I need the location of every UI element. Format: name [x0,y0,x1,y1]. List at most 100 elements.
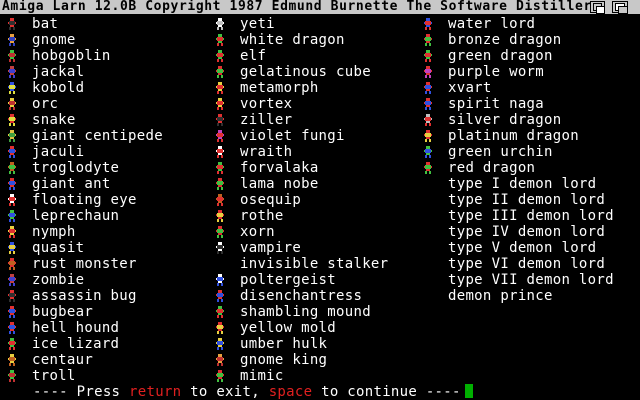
monster-name: vortex [240,96,293,112]
monster-name: leprechaun [32,208,120,224]
monster-name: umber hulk [240,336,328,352]
monster-name: invisible stalker [240,256,389,272]
monster-name: jaculi [32,144,85,160]
monster-name: gelatinous cube [240,64,371,80]
monster-name: vampire [240,240,302,256]
jackal-icon [8,66,16,78]
monster-name: quasit [32,240,85,256]
vortex-icon [216,98,224,110]
green-urchin-icon [424,146,432,158]
leprechaun-icon [8,210,16,222]
monster-name: giant centipede [32,128,163,144]
monster-name: red dragon [448,160,536,176]
yellow-mold-icon [216,322,224,334]
monster-name: zombie [32,272,85,288]
monster-name: spirit naga [448,96,545,112]
monster-name: silver dragon [448,112,562,128]
monster-name: troglodyte [32,160,120,176]
monster-name: gnome king [240,352,328,368]
monster-name: type II demon lord [448,192,606,208]
monster-name: xorn [240,224,275,240]
white-dragon-icon [216,34,224,46]
ziller-icon [216,114,224,126]
depth-front-button[interactable] [612,1,628,14]
spirit-naga-icon [424,98,432,110]
monster-name: yellow mold [240,320,337,336]
xorn-icon [216,226,224,238]
prompt-middle: to exit, [181,384,269,400]
water-lord-icon [424,18,432,30]
monster-name: yeti [240,16,275,32]
troglodyte-icon [8,162,16,174]
monster-name: type VII demon lord [448,272,614,288]
monster-name: demon prince [448,288,553,304]
wraith-icon [216,146,224,158]
depth-back-square [618,6,628,14]
monster-name: assassin bug [32,288,137,304]
bat-icon [8,18,16,30]
prompt-line: ---- Press return to exit, space to cont… [33,384,473,400]
lama-nobe-icon [216,178,224,190]
monster-name: gnome [32,32,76,48]
monster-name: kobold [32,80,85,96]
jaculi-icon [8,146,16,158]
rust-monster-icon [8,258,16,270]
monster-name: mimic [240,368,284,384]
umber-hulk-icon [216,338,224,350]
monster-name: type III demon lord [448,208,614,224]
metamorph-icon [216,82,224,94]
orc-icon [8,98,16,110]
giant-centipede-icon [8,130,16,142]
yeti-icon [216,18,224,30]
floating-eye-icon [8,194,16,206]
poltergeist-icon [216,274,224,286]
monster-name: green dragon [448,48,553,64]
monster-name: disenchantress [240,288,363,304]
purple-worm-icon [424,66,432,78]
monster-name: bronze dragon [448,32,562,48]
return-key-label: return [129,384,182,400]
monster-name: hell hound [32,320,120,336]
monster-name: forvalaka [240,160,319,176]
monster-name: jackal [32,64,85,80]
monster-name: bat [32,16,59,32]
prompt-suffix: to continue ---- [312,384,461,400]
nymph-icon [8,226,16,238]
monster-name: orc [32,96,59,112]
monster-name: bugbear [32,304,94,320]
vampire-icon [216,242,224,254]
violet-fungi-icon [216,130,224,142]
monster-name: purple worm [448,64,545,80]
space-key-label: space [268,384,313,400]
monster-name: green urchin [448,144,553,160]
kobold-icon [8,82,16,94]
monster-name: rust monster [32,256,137,272]
monster-name: xvart [448,80,492,96]
giant-ant-icon [8,178,16,190]
monster-name: platinum dragon [448,128,579,144]
monster-name: lama nobe [240,176,319,192]
title-bar[interactable]: Amiga Larn 12.0B Copyright 1987 Edmund B… [0,0,640,14]
ice-lizard-icon [8,338,16,350]
monster-name: hobgoblin [32,48,111,64]
gelatinous-cube-icon [216,66,224,78]
monster-name: shambling mound [240,304,371,320]
prompt-prefix: ---- Press [33,384,130,400]
red-dragon-icon [424,162,432,174]
silver-dragon-icon [424,114,432,126]
zombie-icon [8,274,16,286]
monster-name: nymph [32,224,76,240]
window-title: Amiga Larn 12.0B Copyright 1987 Edmund B… [2,0,601,14]
depth-back-button[interactable] [590,1,605,14]
rothe-icon [216,210,224,222]
text-cursor [464,384,473,398]
monster-name: elf [240,48,267,64]
forvalaka-icon [216,162,224,174]
quasit-icon [8,242,16,254]
mimic-icon [216,370,224,382]
monster-name: troll [32,368,76,384]
xvart-icon [424,82,432,94]
gnome-icon [8,34,16,46]
monster-name: type IV demon lord [448,224,606,240]
monster-name: ziller [240,112,293,128]
